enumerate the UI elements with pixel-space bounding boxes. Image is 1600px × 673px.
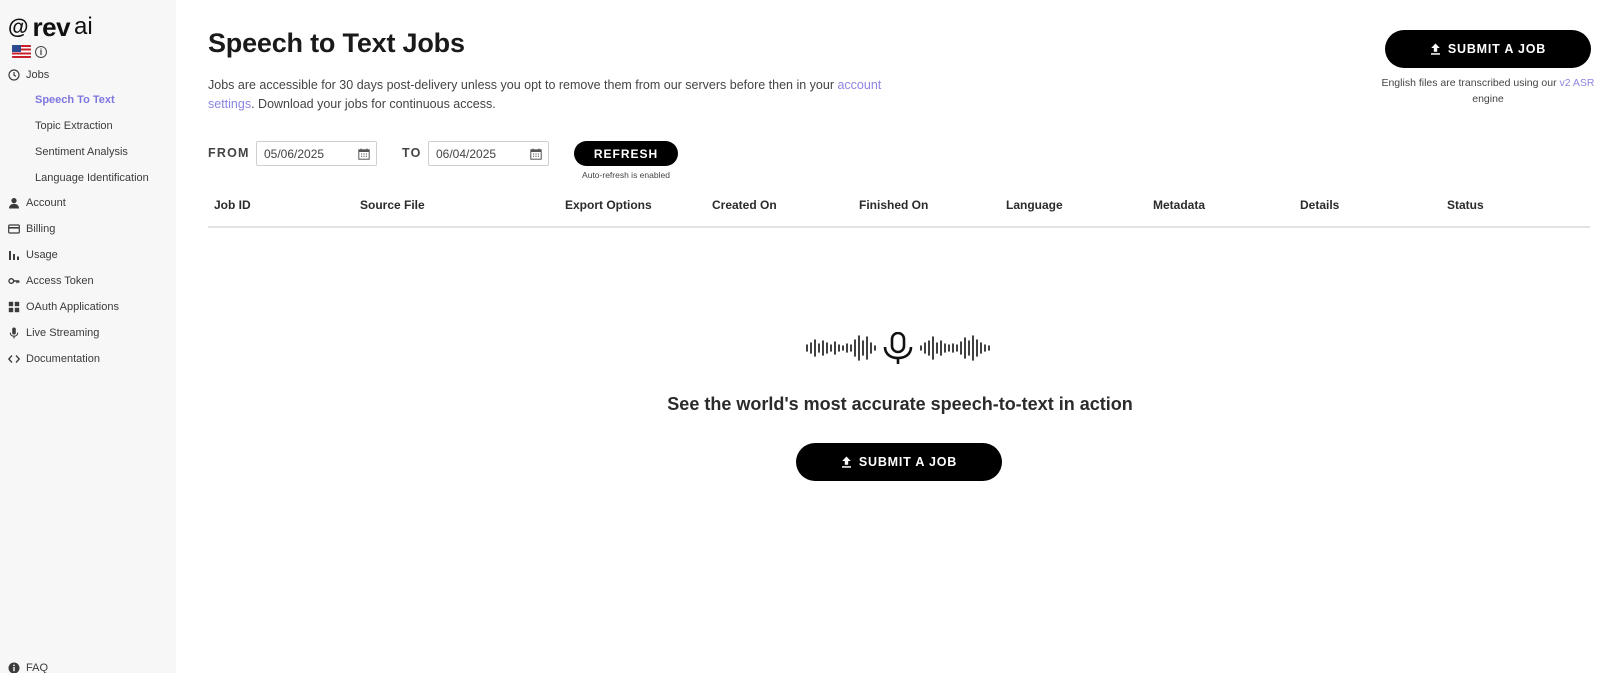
sidebar-item-label: Documentation — [26, 353, 100, 365]
upload-icon — [841, 456, 852, 468]
engine-note: English files are transcribed using our … — [1380, 75, 1596, 107]
column-export-options[interactable]: Export Options — [565, 198, 652, 212]
code-icon — [8, 353, 20, 365]
sidebar-item-label: Account — [26, 197, 66, 209]
upload-icon — [1430, 43, 1441, 55]
info-icon[interactable]: i — [35, 45, 47, 58]
from-label: FROM — [208, 146, 250, 160]
sidebar-item-usage[interactable]: Usage — [8, 246, 58, 264]
page-title: Speech to Text Jobs — [208, 28, 465, 58]
sidebar-item-label: FAQ — [26, 662, 49, 673]
sidebar-item-label: Live Streaming — [26, 327, 100, 339]
card-icon — [8, 223, 20, 235]
submit-job-button-empty-state[interactable]: SUBMIT A JOB — [796, 443, 1002, 481]
sidebar: @ rev ai i Jobs Speech To Text Topic Ext… — [0, 0, 176, 673]
sidebar-item-billing[interactable]: Billing — [8, 220, 55, 238]
from-date-value: 05/06/2025 — [264, 146, 325, 161]
logo-rev-text: rev — [32, 12, 71, 42]
column-finished-on[interactable]: Finished On — [859, 198, 928, 212]
sidebar-subitem-sentiment-analysis[interactable]: Sentiment Analysis — [35, 143, 128, 161]
column-details[interactable]: Details — [1300, 198, 1339, 212]
sidebar-item-account[interactable]: Account — [8, 194, 66, 212]
sidebar-item-documentation[interactable]: Documentation — [8, 350, 100, 368]
description-text: Jobs are accessible for 30 days post-del… — [208, 78, 838, 92]
engine-note-text: English files are transcribed using our — [1381, 77, 1560, 89]
logo-ai-text: ai — [74, 13, 93, 40]
calendar-icon[interactable] — [530, 148, 542, 160]
sidebar-item-live-streaming[interactable]: Live Streaming — [8, 324, 99, 342]
empty-state-message: See the world's most accurate speech-to-… — [667, 394, 1133, 414]
v2-asr-link[interactable]: v2 ASR — [1559, 77, 1594, 89]
column-created-on[interactable]: Created On — [712, 198, 777, 212]
to-date-input[interactable]: 06/04/2025 — [428, 141, 549, 166]
jobs-table-header: Job ID Source File Export Options Create… — [208, 190, 1590, 228]
refresh-button[interactable]: REFRESH — [574, 141, 678, 166]
sidebar-item-label: Jobs — [26, 69, 50, 81]
auto-refresh-note: Auto-refresh is enabled — [582, 170, 670, 180]
logo-at-symbol: @ — [8, 15, 29, 39]
from-date-input[interactable]: 05/06/2025 — [256, 141, 377, 166]
sidebar-subitem-speech-to-text[interactable]: Speech To Text — [35, 91, 115, 109]
mic-icon — [8, 327, 20, 339]
info-filled-icon — [8, 662, 20, 673]
locale-selector: i — [12, 45, 47, 58]
engine-note-end: engine — [1472, 93, 1504, 105]
column-metadata[interactable]: Metadata — [1153, 198, 1205, 212]
column-language[interactable]: Language — [1006, 198, 1063, 212]
sidebar-item-faq[interactable]: FAQ — [8, 662, 48, 673]
key-icon — [8, 275, 20, 287]
submit-job-label: SUBMIT A JOB — [858, 455, 958, 469]
sidebar-item-label: Access Token — [26, 275, 94, 287]
column-source-file[interactable]: Source File — [360, 198, 425, 212]
retention-description: Jobs are accessible for 30 days post-del… — [208, 76, 908, 114]
column-job-id[interactable]: Job ID — [214, 198, 251, 212]
sidebar-item-label: Usage — [26, 249, 58, 261]
us-flag-icon[interactable] — [12, 45, 31, 58]
grid-icon — [8, 301, 20, 313]
sidebar-item-jobs[interactable]: Jobs — [8, 66, 49, 84]
bar-chart-icon — [8, 249, 20, 261]
column-status[interactable]: Status — [1447, 198, 1484, 212]
sidebar-item-access-token[interactable]: Access Token — [8, 272, 94, 290]
clock-icon — [8, 69, 20, 81]
to-date-value: 06/04/2025 — [436, 146, 497, 161]
person-icon — [8, 197, 20, 209]
sidebar-item-label: OAuth Applications — [26, 301, 119, 313]
submit-job-button[interactable]: SUBMIT A JOB — [1385, 30, 1591, 68]
sidebar-subitem-language-identification[interactable]: Language Identification — [35, 169, 149, 187]
sidebar-subitem-topic-extraction[interactable]: Topic Extraction — [35, 117, 113, 135]
rev-ai-logo[interactable]: @ rev ai — [8, 12, 93, 42]
sidebar-item-label: Billing — [26, 223, 56, 235]
to-label: TO — [402, 146, 422, 160]
sidebar-item-oauth-applications[interactable]: OAuth Applications — [8, 298, 119, 316]
soundwave-microphone-icon — [805, 331, 991, 369]
calendar-icon[interactable] — [358, 148, 370, 160]
submit-job-label: SUBMIT A JOB — [1447, 42, 1547, 56]
description-text-end: . Download your jobs for continuous acce… — [251, 97, 496, 111]
